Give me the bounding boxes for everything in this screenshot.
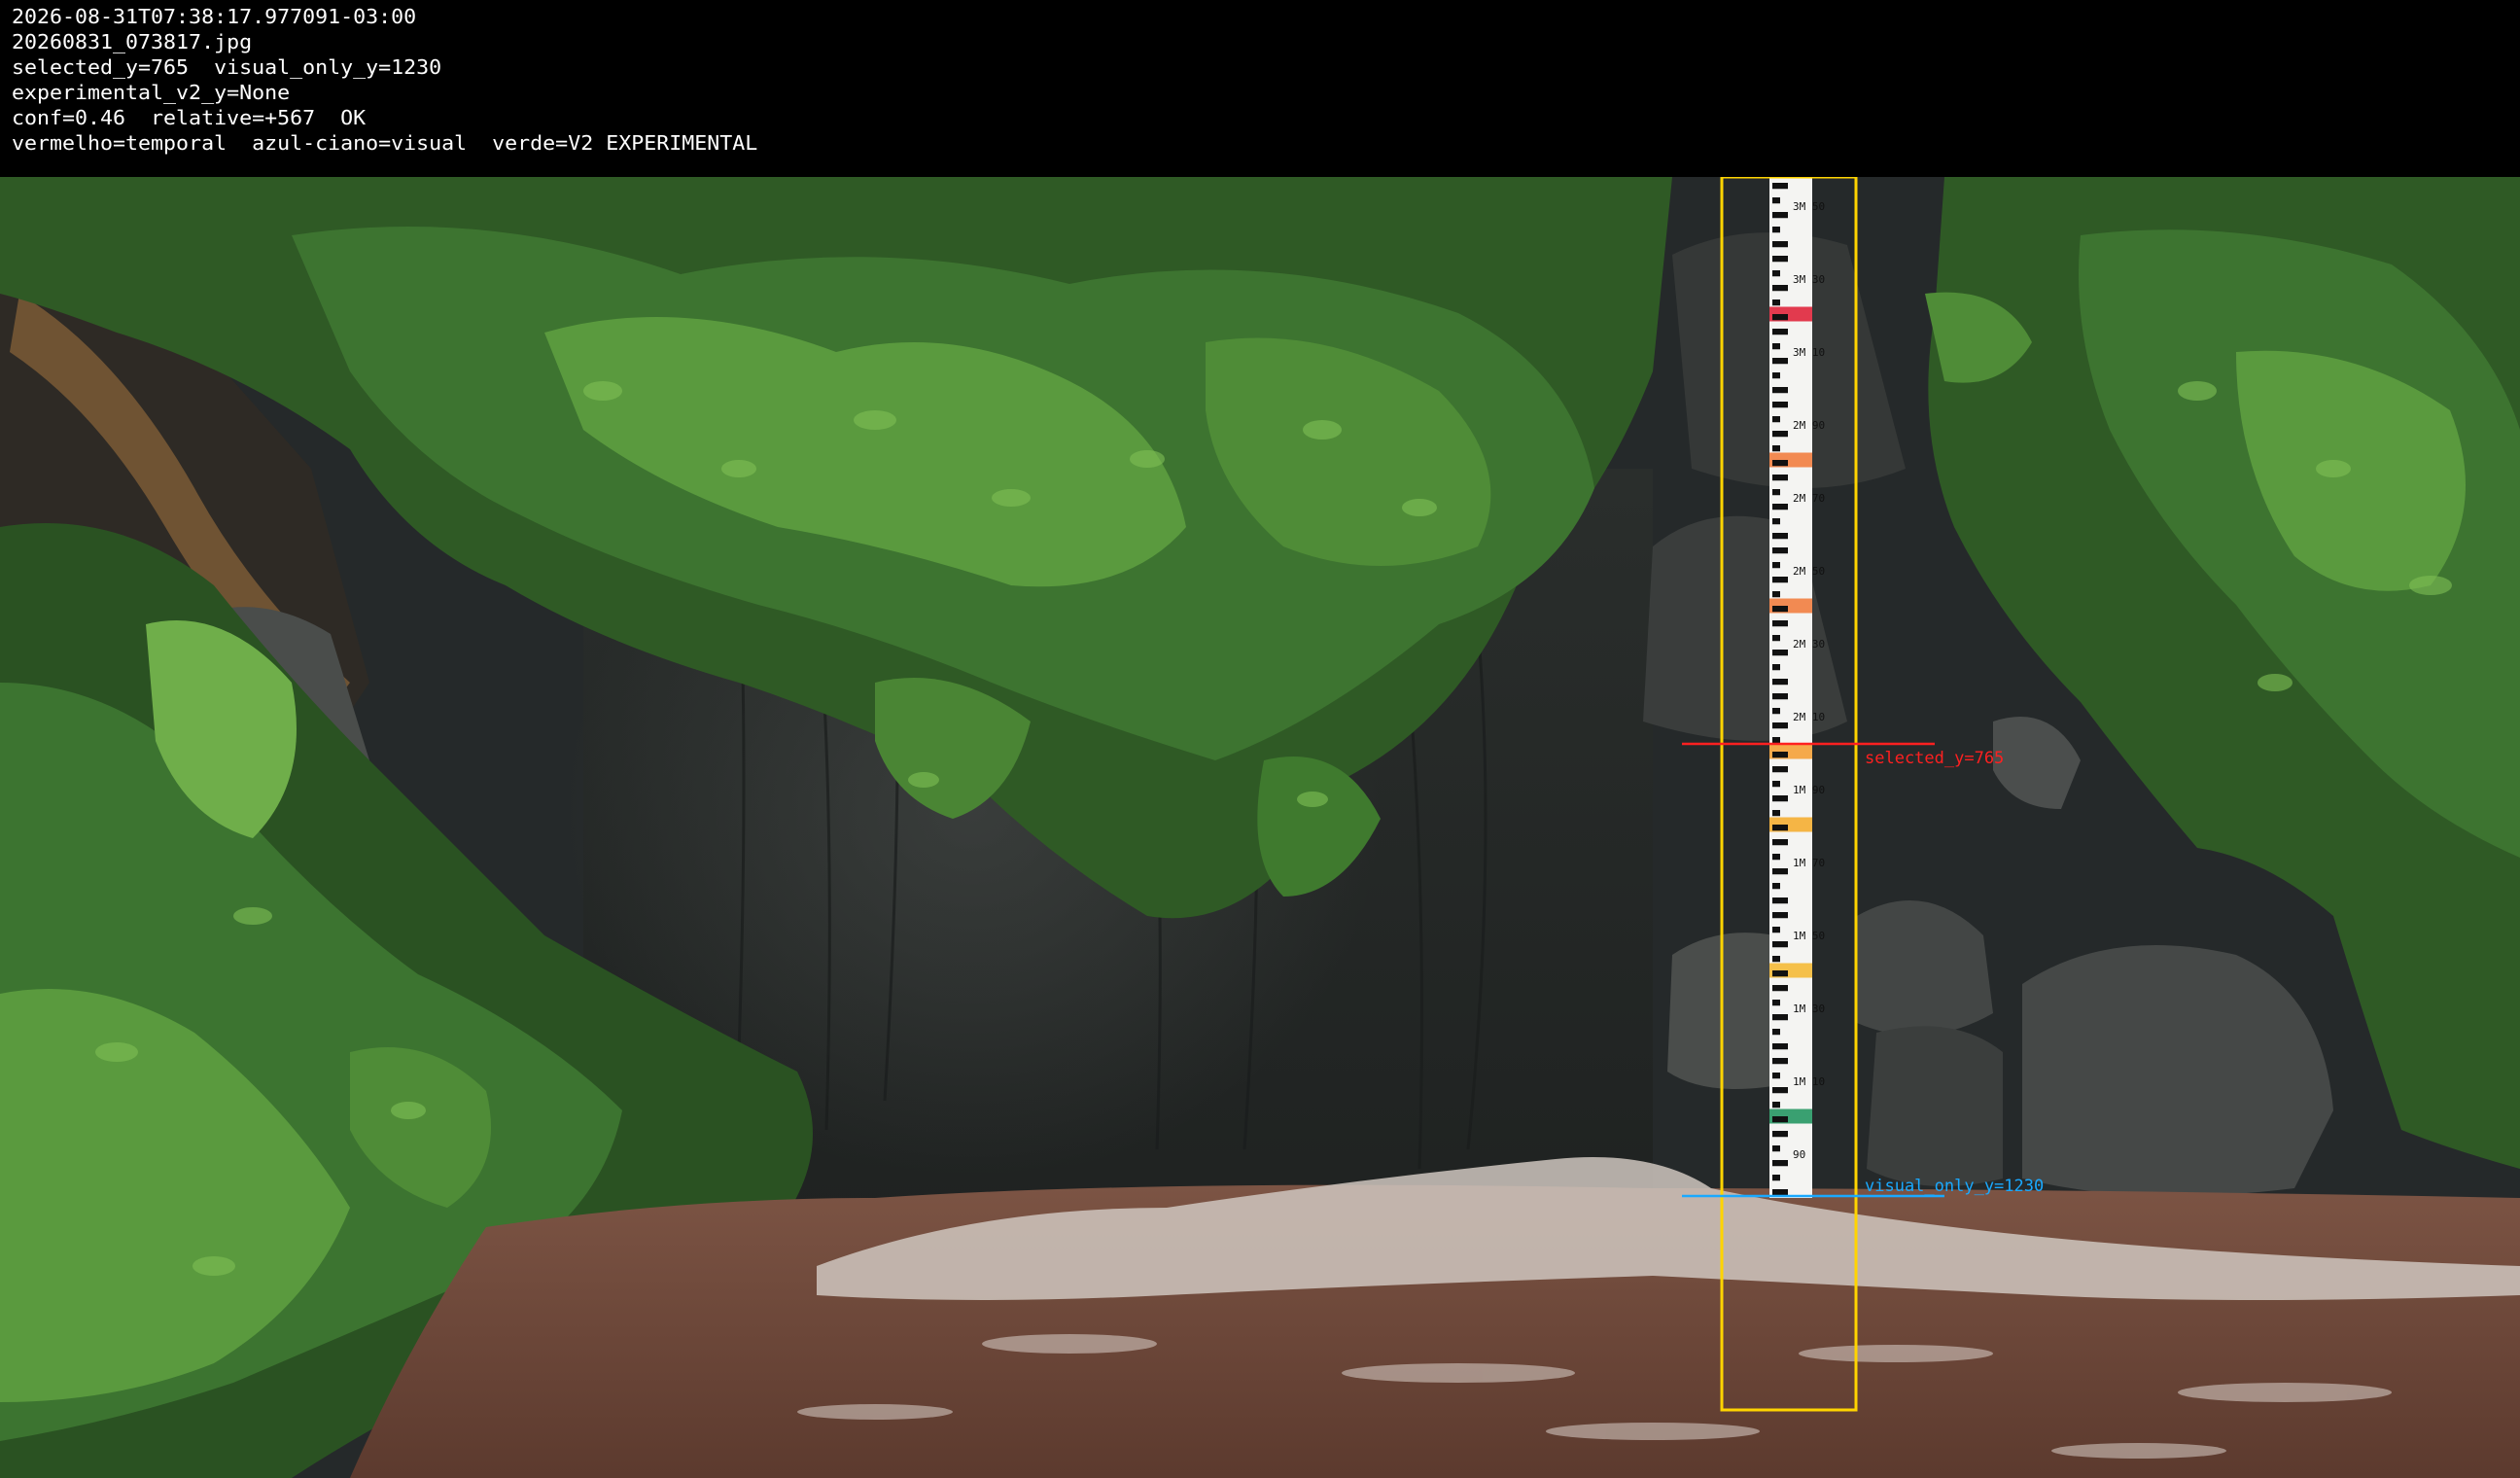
- gauge-label: 3M 10: [1793, 346, 1825, 359]
- gauge-tick: [1772, 1043, 1788, 1050]
- gauge-tick: [1772, 533, 1788, 540]
- info-header: 2026-08-31T07:38:17.977091-03:00 2026083…: [0, 0, 2520, 177]
- gauge-tick: [1772, 606, 1788, 613]
- gauge-tick: [1772, 825, 1788, 831]
- gauge-tick: [1772, 620, 1788, 627]
- gauge-tick: [1772, 912, 1788, 919]
- gauge-tick: [1772, 956, 1780, 963]
- gauge-tick: [1772, 358, 1788, 365]
- gauge-tick: [1772, 489, 1780, 496]
- gauge-tick: [1772, 854, 1780, 861]
- gauge-label: 2M 50: [1793, 565, 1825, 578]
- legend-text: vermelho=temporal azul-ciano=visual verd…: [12, 131, 758, 155]
- gauge-tick: [1772, 1014, 1788, 1021]
- gauge-tick: [1772, 883, 1780, 890]
- gauge-tick: [1772, 475, 1788, 481]
- gauge-label: 1M 10: [1793, 1075, 1825, 1088]
- gauge-tick: [1772, 1087, 1788, 1094]
- gauge-tick: [1772, 752, 1788, 758]
- gauge-label: 3M 50: [1793, 200, 1825, 213]
- gauge-tick: [1772, 445, 1780, 452]
- gauge-label: 2M 70: [1793, 492, 1825, 505]
- selection-text: selected_y=765 visual_only_y=1230: [12, 55, 442, 79]
- gauge-label: 2M 90: [1793, 419, 1825, 432]
- gauge-tick: [1772, 839, 1788, 846]
- gauge-tick: [1772, 460, 1788, 467]
- confidence-text: conf=0.46 relative=+567 OK: [12, 106, 367, 129]
- gauge-tick: [1772, 329, 1788, 335]
- gauge-tick: [1772, 1131, 1788, 1138]
- gauge-tick: [1772, 431, 1788, 438]
- gauge-tick: [1772, 402, 1788, 408]
- gauge-label: 1M 50: [1793, 930, 1825, 942]
- gauge-tick: [1772, 1116, 1788, 1123]
- gauge-tick: [1772, 708, 1780, 715]
- gauge-tick: [1772, 664, 1780, 671]
- gauge-label: 1M 90: [1793, 784, 1825, 796]
- gauge-tick: [1772, 212, 1788, 219]
- gauge-tick: [1772, 183, 1788, 190]
- gauge-label: 3M 30: [1793, 273, 1825, 286]
- gauge-label: 90: [1793, 1148, 1805, 1161]
- gauge-tick: [1772, 679, 1788, 686]
- gauge-tick: [1772, 795, 1788, 802]
- gauge-tick: [1772, 781, 1780, 788]
- gauge-tick: [1772, 1160, 1788, 1167]
- gauge-tick: [1772, 270, 1780, 277]
- gauge-tick: [1772, 518, 1780, 525]
- gauge-tick: [1772, 1029, 1780, 1036]
- gauge-tick: [1772, 577, 1788, 583]
- gauge-tick: [1772, 547, 1788, 554]
- gauge-tick: [1772, 1175, 1780, 1181]
- gauge-tick: [1772, 1102, 1780, 1108]
- gauge-tick: [1772, 372, 1780, 379]
- gauge-tick: [1772, 504, 1788, 510]
- gauge-tick: [1772, 387, 1788, 394]
- gauge-tick: [1772, 285, 1788, 292]
- gauge-tick: [1772, 299, 1780, 306]
- gauge-tick: [1772, 197, 1780, 204]
- selected-level-label: selected_y=765: [1865, 749, 2005, 768]
- gauge-tick: [1772, 416, 1780, 423]
- camera-frame: 2026-08-31T07:38:17.977091-03:00 2026083…: [0, 0, 2520, 1478]
- scene-svg: 3M 50 3M 30 3M 10 2M 90 2M 70 2M 50 2M 30 2M 10…: [0, 177, 2520, 1478]
- gauge-tick: [1772, 650, 1788, 656]
- gauge-tick: [1772, 766, 1788, 773]
- gauge-tick: [1772, 737, 1780, 744]
- gauge-tick: [1772, 635, 1780, 642]
- gauge-tick: [1772, 1189, 1788, 1196]
- gauge-label: 2M 10: [1793, 711, 1825, 723]
- gauge-tick: [1772, 985, 1788, 992]
- gauge-tick: [1772, 810, 1780, 817]
- gauge-tick: [1772, 722, 1788, 729]
- gauge-tick: [1772, 314, 1788, 321]
- gauge-tick: [1772, 868, 1788, 875]
- gauge-label: 2M 30: [1793, 638, 1825, 651]
- gauge-tick: [1772, 241, 1788, 248]
- filename-text: 20260831_073817.jpg: [12, 30, 253, 53]
- river-scene: 3M 50 3M 30 3M 10 2M 90 2M 70 2M 50 2M 30 2M 10…: [0, 177, 2520, 1478]
- gauge-tick: [1772, 1145, 1780, 1152]
- gauge-tick: [1772, 693, 1788, 700]
- timestamp-text: 2026-08-31T07:38:17.977091-03:00: [12, 5, 417, 28]
- experimental-text: experimental_v2_y=None: [12, 81, 291, 104]
- gauge-tick: [1772, 1000, 1780, 1006]
- gauge-tick: [1772, 343, 1780, 350]
- gauge-tick: [1772, 1058, 1788, 1065]
- visual-level-label: visual_only_y=1230: [1865, 1177, 2045, 1196]
- gauge-label: 1M 30: [1793, 1003, 1825, 1015]
- gauge-tick: [1772, 1073, 1780, 1079]
- gauge-tick: [1772, 927, 1780, 933]
- gauge-tick: [1772, 256, 1788, 263]
- gauge-tick: [1772, 970, 1788, 977]
- gauge-tick: [1772, 941, 1788, 948]
- gauge-tick: [1772, 562, 1780, 569]
- gauge-tick: [1772, 897, 1788, 904]
- gauge-tick: [1772, 227, 1780, 233]
- gauge-tick: [1772, 591, 1780, 598]
- gauge-label: 1M 70: [1793, 857, 1825, 869]
